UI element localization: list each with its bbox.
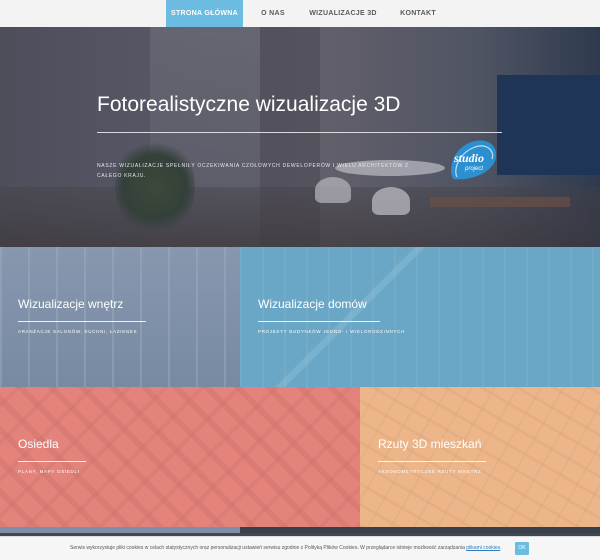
cookie-message: Serwis wykorzystuje pliki cookies w cela… bbox=[70, 545, 502, 551]
hero-banner: Fotorealistyczne wizualizacje 3D NASZE W… bbox=[0, 27, 600, 247]
tile-subtitle: PROJEKTY BUDYNKÓW JEDNO- I WIELORODZINNY… bbox=[258, 329, 406, 334]
tile-divider bbox=[18, 461, 86, 462]
cookie-ok-button[interactable]: OK bbox=[515, 542, 529, 555]
cookie-period: . bbox=[500, 545, 502, 551]
nav-item-contact[interactable]: KONTAKT bbox=[392, 0, 444, 27]
tile-title: Wizualizacje domów bbox=[258, 297, 367, 311]
tile-house-visualizations[interactable]: Wizualizacje domów PROJEKTY BUDYNKÓW JED… bbox=[240, 247, 600, 387]
tile-background-image bbox=[0, 387, 360, 527]
cookie-consent-bar: Serwis wykorzystuje pliki cookies w cela… bbox=[0, 536, 600, 560]
footer-accent bbox=[0, 527, 240, 533]
tile-subtitle: PLANY, MAPY OSIEDLI bbox=[18, 469, 80, 474]
nav-item-visualizations[interactable]: WIZUALIZACJE 3D bbox=[305, 0, 381, 27]
hero-background-floor bbox=[0, 187, 600, 247]
hero-background-chair bbox=[372, 187, 410, 215]
tile-background-image bbox=[240, 247, 600, 387]
hero-background-tv bbox=[497, 75, 600, 175]
tile-subtitle: AKSONOMETRYCZNE RZUTY WNĘTRZ bbox=[378, 469, 482, 474]
cookie-text: Serwis wykorzystuje pliki cookies w cela… bbox=[70, 545, 465, 551]
nav-item-about[interactable]: O NAS bbox=[252, 0, 294, 27]
hero-background-plant bbox=[115, 137, 195, 237]
tile-divider bbox=[18, 321, 146, 322]
tile-divider bbox=[258, 321, 380, 322]
tile-background-image bbox=[0, 247, 240, 387]
hero-title: Fotorealistyczne wizualizacje 3D bbox=[97, 93, 401, 116]
top-navigation: STRONA GŁÓWNA O NAS WIZUALIZACJE 3D KONT… bbox=[0, 0, 600, 27]
tile-title: Rzuty 3D mieszkań bbox=[378, 437, 482, 451]
nav-item-home[interactable]: STRONA GŁÓWNA bbox=[166, 0, 243, 27]
cookie-policy-link[interactable]: plikami cookies bbox=[466, 545, 500, 551]
hero-background-shelf bbox=[430, 197, 570, 207]
footer-accent bbox=[240, 527, 600, 533]
tile-background-image bbox=[360, 387, 600, 527]
hero-divider bbox=[97, 132, 502, 133]
tile-interior-visualizations[interactable]: Wizualizacje wnętrz ARANŻACJE SALONÓW, K… bbox=[0, 247, 240, 387]
hero-description: NASZE WIZUALIZACJE SPEŁNIŁY OCZEKIWANIA … bbox=[97, 163, 409, 179]
logo-text-studio: studio bbox=[453, 151, 484, 165]
tile-title: Osiedla bbox=[18, 437, 59, 451]
tile-title: Wizualizacje wnętrz bbox=[18, 297, 124, 311]
studio-project-logo[interactable]: studio project bbox=[445, 137, 499, 183]
tile-divider bbox=[378, 461, 486, 462]
tile-apartment-plans-3d[interactable]: Rzuty 3D mieszkań AKSONOMETRYCZNE RZUTY … bbox=[360, 387, 600, 527]
tile-subtitle: ARANŻACJE SALONÓW, KUCHNI, ŁAZIENEK bbox=[18, 329, 138, 334]
logo-text-project: project bbox=[464, 166, 483, 172]
tile-estates[interactable]: Osiedla PLANY, MAPY OSIEDLI bbox=[0, 387, 360, 527]
